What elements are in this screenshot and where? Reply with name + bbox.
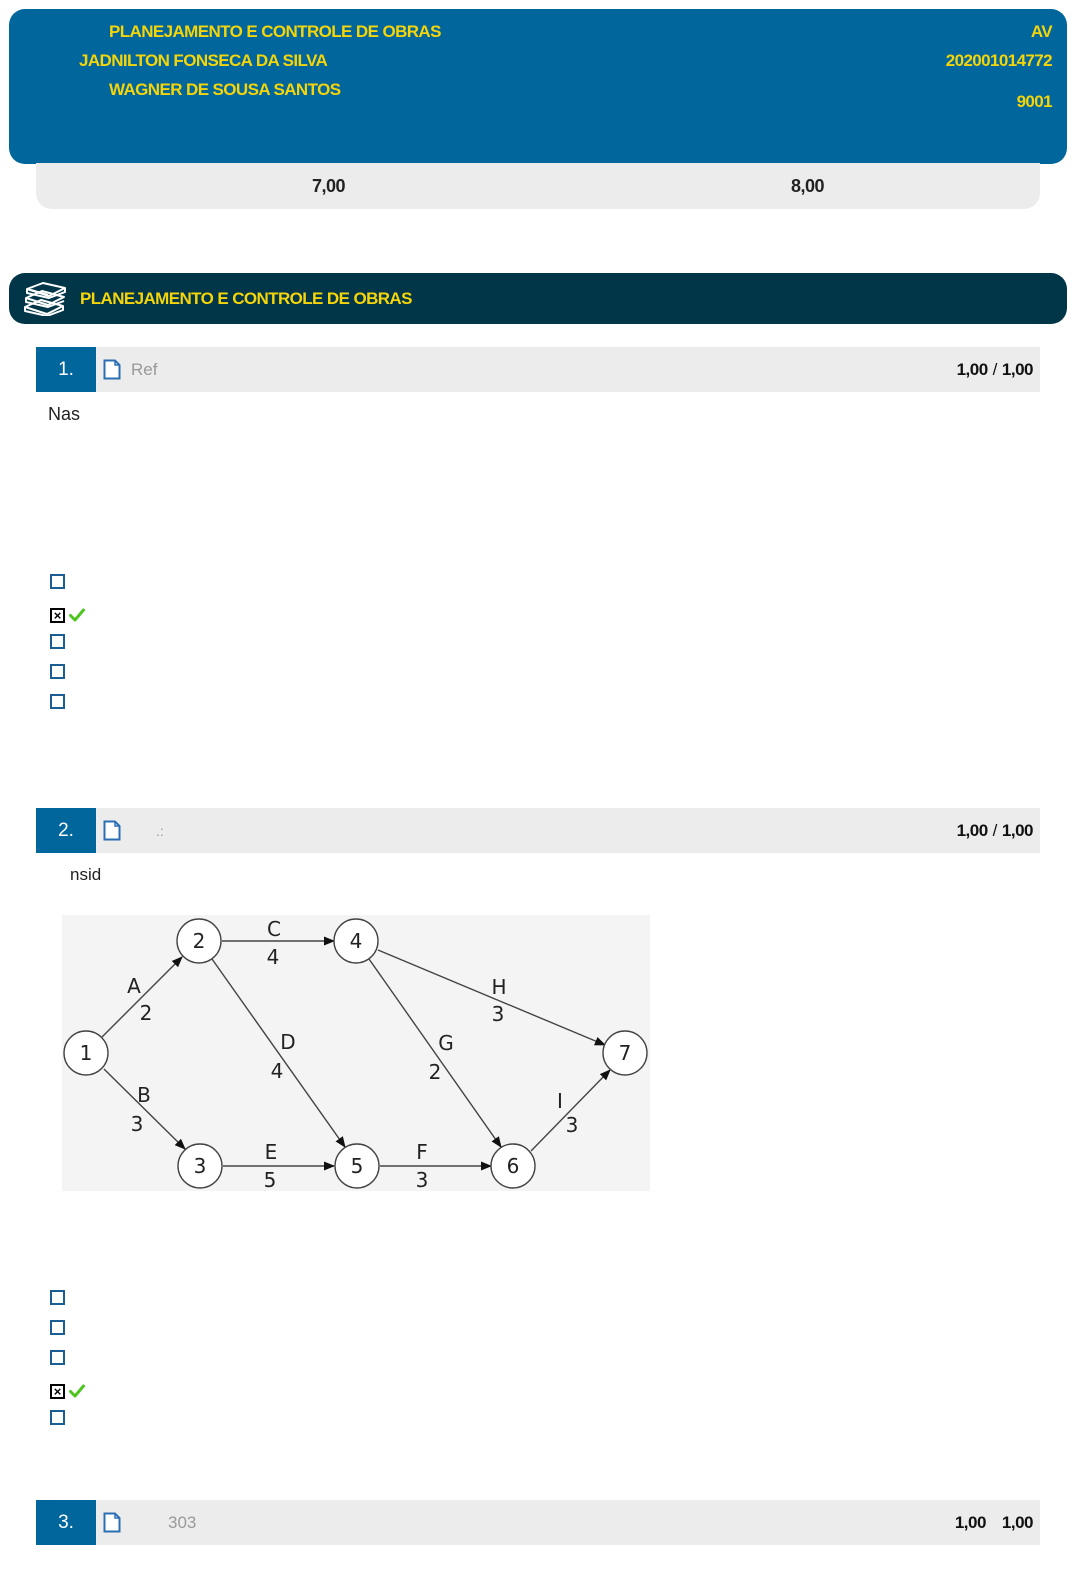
question-2-header: 2. .: 1,00/1,00	[36, 808, 1040, 853]
activity-duration-G: 2	[429, 1060, 442, 1084]
question-3-header: 3. 303 1,00 1,00	[36, 1500, 1040, 1545]
question-ref: 303	[168, 1513, 197, 1532]
activity-network-diagram: 1 2 3 4 5 6 7 A 2 B 3 C 4 D 4 E 5 F 3 G …	[62, 915, 650, 1192]
score-separator: /	[992, 821, 998, 840]
option-checkbox[interactable]	[50, 664, 65, 679]
option-checkbox[interactable]	[50, 1320, 65, 1335]
score-separator: /	[992, 360, 998, 379]
question-1-header: 1. Ref 1,00/1,00	[36, 347, 1040, 392]
activity-duration-A: 2	[140, 1001, 153, 1025]
books-icon	[24, 282, 66, 316]
nodes	[63, 918, 648, 1189]
option-checkbox-selected[interactable]: ×	[50, 608, 65, 623]
activity-label-B: B	[137, 1083, 151, 1107]
node-label-6: 6	[507, 1154, 520, 1178]
activity-label-H: H	[491, 975, 506, 999]
option-checkbox[interactable]	[50, 634, 65, 649]
exam-header: PLANEJAMENTO E CONTROLE DE OBRAS JADNILT…	[9, 9, 1067, 164]
score-right: 8,00	[791, 176, 825, 196]
option-checkbox[interactable]	[50, 1290, 65, 1305]
activity-label-C: C	[267, 917, 281, 941]
score-value: 1,00	[956, 821, 989, 840]
question-ref: .:	[156, 823, 164, 839]
node-label-4: 4	[350, 929, 363, 953]
activity-duration-H: 3	[492, 1002, 505, 1026]
option-checkbox[interactable]	[50, 1350, 65, 1365]
node-label-7: 7	[619, 1041, 632, 1065]
activity-duration-F: 3	[416, 1168, 429, 1191]
score-max: 1,00	[1001, 821, 1034, 840]
score-value: 1,00	[954, 1513, 987, 1532]
activity-duration-C: 4	[267, 945, 280, 969]
scores-bar: 7,00 8,00	[36, 163, 1040, 209]
class-code: 9001	[1016, 92, 1053, 111]
course-name: PLANEJAMENTO E CONTROLE DE OBRAS	[109, 22, 441, 41]
question-score: 1,00 1,00	[954, 1513, 1034, 1533]
correct-check-icon	[69, 1384, 85, 1398]
question-score: 1,00/1,00	[956, 360, 1034, 380]
correct-check-icon	[69, 608, 85, 622]
document-icon[interactable]	[103, 359, 121, 380]
activity-duration-B: 3	[131, 1112, 144, 1136]
question-number: 1.	[36, 347, 96, 392]
activity-label-E: E	[265, 1140, 278, 1164]
arrow-D	[211, 958, 346, 1148]
network-svg: 1 2 3 4 5 6 7 A 2 B 3 C 4 D 4 E 5 F 3 G …	[63, 917, 648, 1192]
activity-label-A: A	[127, 974, 141, 998]
score-max: 1,00	[1001, 360, 1034, 379]
node-labels: 1 2 3 4 5 6 7	[80, 929, 632, 1178]
section-title: PLANEJAMENTO E CONTROLE DE OBRAS	[80, 289, 412, 308]
activity-label-I: I	[557, 1089, 563, 1113]
activity-label-F: F	[416, 1140, 428, 1164]
activity-label-D: D	[280, 1030, 295, 1054]
arrow-G	[368, 958, 502, 1148]
option-checkbox-selected[interactable]: ×	[50, 1384, 65, 1399]
arrow-B	[103, 1068, 186, 1150]
arrow-A	[101, 956, 183, 1038]
score-value: 1,00	[956, 360, 989, 379]
registration-number: 202001014772	[945, 51, 1053, 70]
arrow-I	[530, 1069, 611, 1152]
question-score: 1,00/1,00	[956, 821, 1034, 841]
question-ref: Ref	[131, 360, 158, 379]
activity-duration-D: 4	[271, 1059, 284, 1083]
option-checkbox[interactable]	[50, 574, 65, 589]
option-checkbox[interactable]	[50, 694, 65, 709]
option-checkbox[interactable]	[50, 1410, 65, 1425]
question-1-text: Nas	[48, 404, 81, 424]
node-label-1: 1	[80, 1041, 93, 1065]
section-bar: PLANEJAMENTO E CONTROLE DE OBRAS	[9, 273, 1067, 324]
node-label-3: 3	[194, 1154, 207, 1178]
arrows	[101, 936, 611, 1171]
score-left: 7,00	[312, 176, 346, 196]
activity-duration-I: 3	[566, 1113, 579, 1137]
teacher-name: WAGNER DE SOUSA SANTOS	[109, 80, 341, 99]
document-icon[interactable]	[103, 1512, 121, 1533]
activity-label-G: G	[438, 1031, 454, 1055]
activity-duration-E: 5	[264, 1168, 277, 1191]
node-label-2: 2	[193, 929, 206, 953]
document-icon[interactable]	[103, 820, 121, 841]
score-max: 1,00	[1001, 1513, 1034, 1532]
node-label-5: 5	[351, 1154, 364, 1178]
question-number: 3.	[36, 1500, 96, 1545]
student-name: JADNILTON FONSECA DA SILVA	[79, 51, 328, 70]
question-number: 2.	[36, 808, 96, 853]
exam-type: AV	[1030, 22, 1053, 41]
question-2-text: nsid	[70, 865, 102, 884]
